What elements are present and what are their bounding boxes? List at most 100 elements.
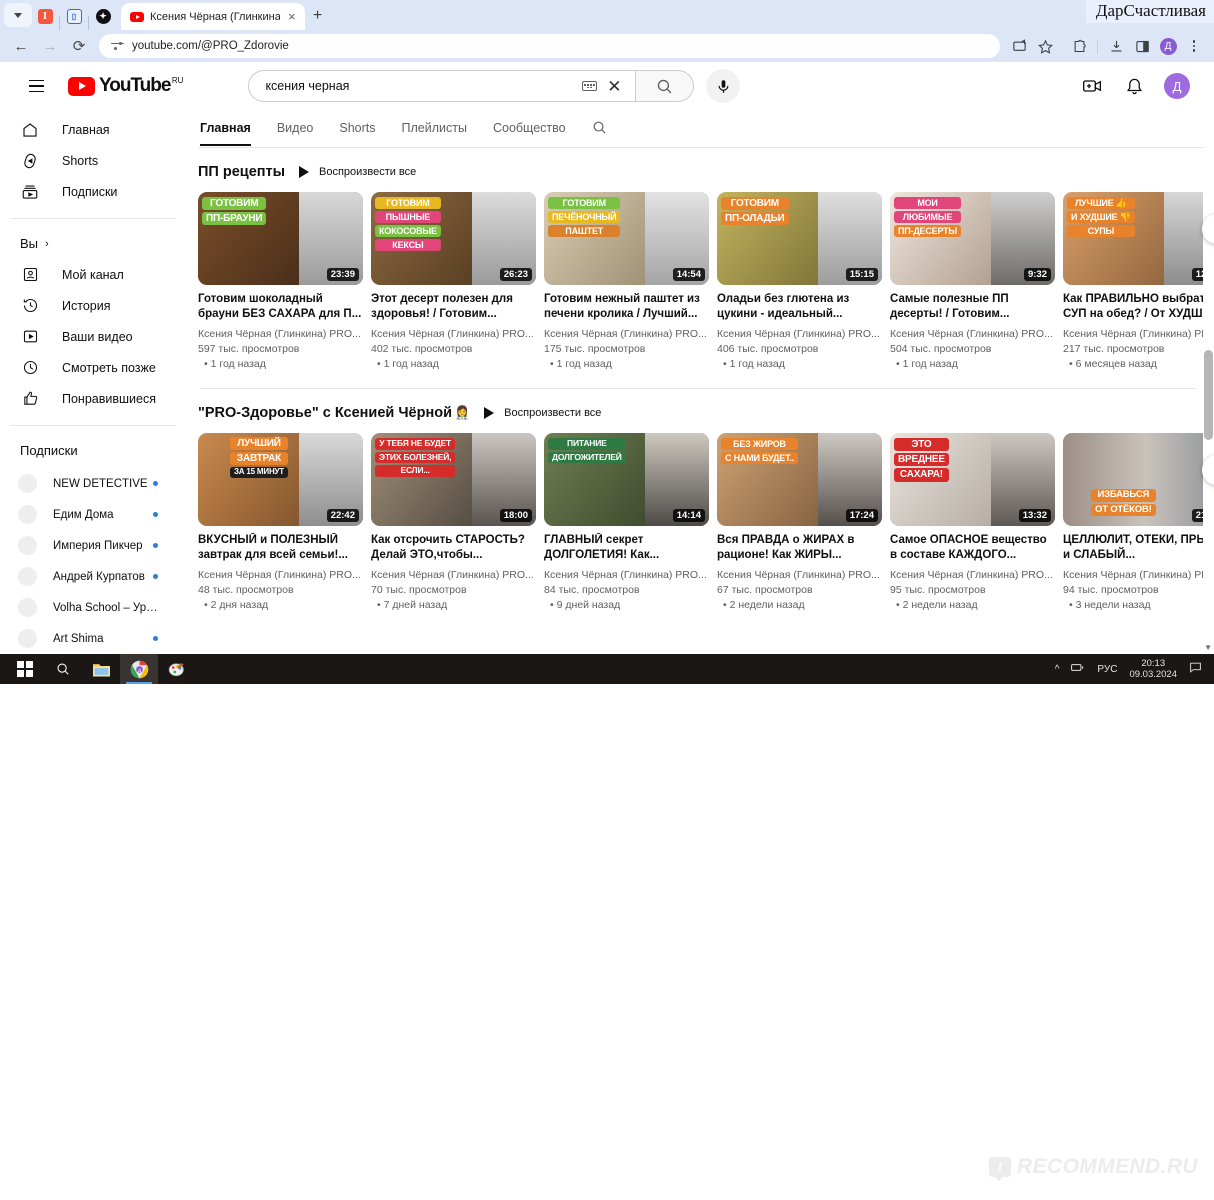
notifications-button[interactable] [1122, 74, 1146, 98]
site-settings-icon[interactable] [111, 40, 124, 53]
video-title[interactable]: Этот десерт полезен для здоровья! / Гото… [371, 292, 536, 323]
pinned-extension-orange[interactable]: I [32, 2, 58, 30]
sidebar-item-liked[interactable]: Понравившиеся [0, 383, 190, 414]
action-center-button[interactable] [1189, 661, 1202, 677]
extensions-puzzle-icon[interactable] [1067, 34, 1091, 58]
video-card[interactable]: ГОТОВИМ ПП-БРАУНИ 23:39 Готовим шоколадн… [198, 192, 363, 370]
sidebar-subscription-item[interactable]: Art Shima [0, 623, 190, 654]
video-channel[interactable]: Ксения Чёрная (Глинкина) PRO... [544, 569, 709, 581]
video-card[interactable]: ГОТОВИМ ПП-ОЛАДЬИ 15:15 Оладьи без глюте… [717, 192, 882, 370]
clock[interactable]: 20:13 09.03.2024 [1129, 658, 1177, 680]
video-thumbnail[interactable]: ИЗБАВЬСЯ ОТ ОТЁКОВ! 21:20 [1063, 433, 1214, 526]
video-title[interactable]: Самое ОПАСНОЕ вещество в составе КАЖДОГО… [890, 533, 1055, 564]
search-button[interactable] [44, 654, 82, 684]
video-thumbnail[interactable]: ГОТОВИМ ПП-ОЛАДЬИ 15:15 [717, 192, 882, 285]
search-button[interactable] [636, 70, 695, 102]
video-thumbnail[interactable]: ЛУЧШИЕ 👍 И ХУДШИЕ 👎 СУПЫ 12:54 [1063, 192, 1214, 285]
video-thumbnail[interactable]: ГОТОВИМ ПЫШНЫЕ КОКОСОВЫЕ КЕКСЫ 26:23 [371, 192, 536, 285]
show-hidden-icons-button[interactable]: ^ [1055, 664, 1060, 675]
bookmark-star-icon[interactable] [1033, 34, 1057, 58]
video-channel[interactable]: Ксения Чёрная (Глинкина) PRO... [890, 328, 1055, 340]
video-card[interactable]: ЛУЧШИЙ ЗАВТРАК ЗА 15 МИНУТ 22:42 ВКУСНЫЙ… [198, 433, 363, 611]
scroll-down-icon[interactable]: ▼ [1204, 643, 1212, 652]
sidebar-item-my-channel[interactable]: Мой канал [0, 259, 190, 290]
video-thumbnail[interactable]: ЛУЧШИЙ ЗАВТРАК ЗА 15 МИНУТ 22:42 [198, 433, 363, 526]
video-channel[interactable]: Ксения Чёрная (Глинкина) PRO... [371, 328, 536, 340]
video-title[interactable]: Готовим нежный паштет из печени кролика … [544, 292, 709, 323]
guide-menu-button[interactable] [18, 68, 54, 104]
sidebar-subscription-item[interactable]: Империя Пикчер [0, 530, 190, 561]
sidebar-item-shorts[interactable]: Shorts [0, 145, 190, 176]
start-button[interactable] [6, 654, 44, 684]
paint-button[interactable] [158, 654, 196, 684]
sidebar-item-home[interactable]: Главная [0, 114, 190, 145]
sidebar-item-your-videos[interactable]: Ваши видео [0, 321, 190, 352]
account-avatar[interactable]: Д [1164, 73, 1190, 99]
voice-search-button[interactable] [706, 69, 741, 103]
downloads-icon[interactable] [1104, 34, 1128, 58]
sidebar-section-you[interactable]: Вы › [0, 230, 190, 259]
search-input[interactable]: ксения черная ✕ [248, 70, 637, 102]
video-thumbnail[interactable]: ПИТАНИЕ ДОЛГОЖИТЕЛЕЙ 14:14 [544, 433, 709, 526]
chrome-menu-button[interactable] [1182, 34, 1206, 58]
clear-search-icon[interactable]: ✕ [607, 78, 621, 95]
play-all-button[interactable]: Воспроизвести все [299, 166, 416, 178]
video-channel[interactable]: Ксения Чёрная (Глинкина) PRO... [1063, 328, 1214, 340]
cast-icon[interactable] [1007, 34, 1031, 58]
video-card[interactable]: ПИТАНИЕ ДОЛГОЖИТЕЛЕЙ 14:14 ГЛАВНЫЙ секре… [544, 433, 709, 611]
video-title[interactable]: ЦЕЛЛЮЛИТ, ОТЕКИ, ПРЫЩИ и СЛАБЫЙ... [1063, 533, 1214, 564]
video-channel[interactable]: Ксения Чёрная (Глинкина) PRO... [890, 569, 1055, 581]
video-thumbnail[interactable]: БЕЗ ЖИРОВ С НАМИ БУДЕТ.. 17:24 [717, 433, 882, 526]
pinned-extension-black[interactable]: ✦ [90, 2, 116, 30]
video-channel[interactable]: Ксения Чёрная (Глинкина) PRO... [1063, 569, 1214, 581]
sidebar-subscription-item[interactable]: Едим Дома [0, 499, 190, 530]
language-indicator[interactable]: РУС [1097, 664, 1117, 675]
video-title[interactable]: Как ПРАВИЛЬНО выбрать СУП на обед? / От … [1063, 292, 1214, 323]
sidebar-item-subscriptions[interactable]: Подписки [0, 176, 190, 207]
sidebar-subscription-item[interactable]: NEW DETECTIVE [0, 468, 190, 499]
pinned-extension-blue[interactable]: ▯ [61, 2, 87, 30]
video-channel[interactable]: Ксения Чёрная (Глинкина) PRO... [371, 569, 536, 581]
tab-shorts[interactable]: Shorts [339, 121, 375, 146]
side-panel-icon[interactable] [1130, 34, 1154, 58]
forward-button[interactable]: → [37, 33, 63, 59]
video-thumbnail[interactable]: У ТЕБЯ НЕ БУДЕТ ЭТИХ БОЛЕЗНЕЙ, ЕСЛИ... 1… [371, 433, 536, 526]
tab-home[interactable]: Главная [200, 121, 251, 146]
video-thumbnail[interactable]: ЭТО ВРЕДНЕЕ САХАРА! 13:32 [890, 433, 1055, 526]
close-tab-icon[interactable]: × [286, 10, 298, 23]
profile-avatar-button[interactable]: Д [1156, 34, 1180, 58]
video-card[interactable]: У ТЕБЯ НЕ БУДЕТ ЭТИХ БОЛЕЗНЕЙ, ЕСЛИ... 1… [371, 433, 536, 611]
back-button[interactable]: ← [8, 33, 34, 59]
file-explorer-button[interactable] [82, 654, 120, 684]
youtube-logo[interactable]: YouTube RU [68, 75, 183, 97]
scrollbar-thumb[interactable] [1204, 350, 1213, 440]
browser-tab-youtube[interactable]: Ксения Чёрная (Глинкина) PR × [121, 3, 305, 30]
tab-playlists[interactable]: Плейлисты [402, 121, 467, 146]
create-video-button[interactable] [1080, 74, 1104, 98]
video-title[interactable]: ГЛАВНЫЙ секрет ДОЛГОЛЕТИЯ! Как... [544, 533, 709, 564]
video-channel[interactable]: Ксения Чёрная (Глинкина) PRO... [717, 569, 882, 581]
chrome-button[interactable]: Д [120, 654, 158, 684]
sidebar-item-watch-later[interactable]: Смотреть позже [0, 352, 190, 383]
video-channel[interactable]: Ксения Чёрная (Глинкина) PRO... [198, 328, 363, 340]
sidebar-subscription-item[interactable]: Volha School – Уро... [0, 592, 190, 623]
new-tab-button[interactable]: + [305, 3, 331, 29]
video-title[interactable]: Готовим шоколадный брауни БЕЗ САХАРА для… [198, 292, 363, 323]
network-icon[interactable] [1071, 662, 1085, 676]
video-thumbnail[interactable]: ГОТОВИМ ПП-БРАУНИ 23:39 [198, 192, 363, 285]
video-title[interactable]: Вся ПРАВДА о ЖИРАХ в рационе! Как ЖИРЫ..… [717, 533, 882, 564]
video-title[interactable]: ВКУСНЫЙ и ПОЛЕЗНЫЙ завтрак для всей семь… [198, 533, 363, 564]
video-title[interactable]: Оладьи без глютена из цукини - идеальный… [717, 292, 882, 323]
video-card[interactable]: МОИ ЛЮБИМЫЕ ПП-ДЕСЕРТЫ 9:32 Самые полезн… [890, 192, 1055, 370]
video-card[interactable]: ГОТОВИМ ПЫШНЫЕ КОКОСОВЫЕ КЕКСЫ 26:23 Это… [371, 192, 536, 370]
play-all-button[interactable]: Воспроизвести все [484, 407, 601, 419]
address-bar[interactable]: youtube.com/@PRO_Zdorovie [99, 34, 1000, 58]
page-scrollbar[interactable]: ▼ [1203, 62, 1214, 654]
sidebar-subscription-item[interactable]: Андрей Курпатов [0, 561, 190, 592]
sidebar-item-history[interactable]: История [0, 290, 190, 321]
video-card[interactable]: БЕЗ ЖИРОВ С НАМИ БУДЕТ.. 17:24 Вся ПРАВД… [717, 433, 882, 611]
video-channel[interactable]: Ксения Чёрная (Глинкина) PRO... [544, 328, 709, 340]
video-card[interactable]: ЭТО ВРЕДНЕЕ САХАРА! 13:32 Самое ОПАСНОЕ … [890, 433, 1055, 611]
video-channel[interactable]: Ксения Чёрная (Глинкина) PRO... [717, 328, 882, 340]
video-card[interactable]: ГОТОВИМ ПЕЧЁНОЧНЫЙ ПАШТЕТ 14:54 Готовим … [544, 192, 709, 370]
